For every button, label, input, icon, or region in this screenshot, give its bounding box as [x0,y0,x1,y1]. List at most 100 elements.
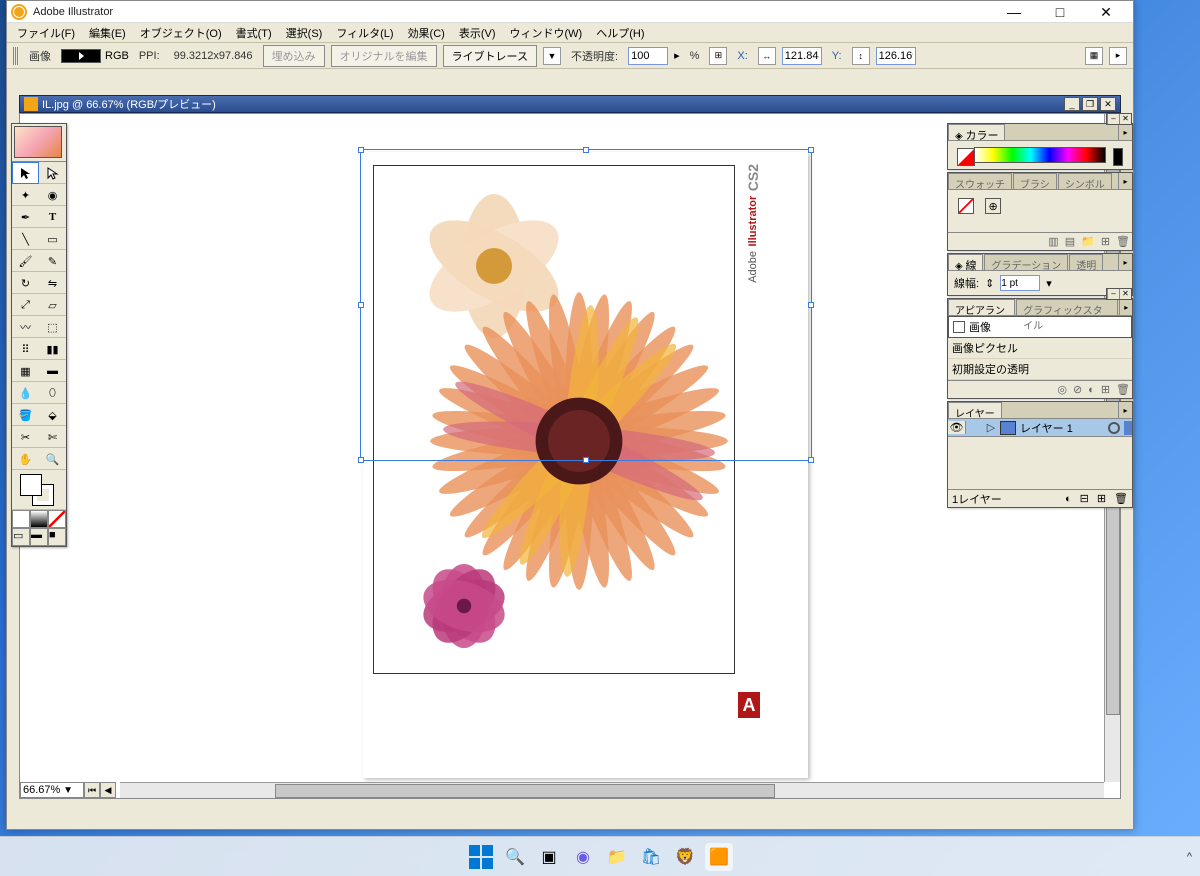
line-tool[interactable]: ╲ [12,228,39,250]
selection-handle-tr[interactable] [808,147,814,153]
warp-tool[interactable]: 〰 [12,316,39,338]
edit-original-button[interactable]: オリジナルを編集 [331,45,437,67]
selection-handle-r[interactable] [808,302,814,308]
y-input[interactable] [876,47,916,65]
panel-menu-icon[interactable]: ▸ [1118,124,1132,140]
nav-prev-icon[interactable]: ◀ [100,782,116,798]
taskbar-taskview-icon[interactable]: ▣ [535,843,563,871]
tab-layers[interactable]: レイヤー [948,402,1002,418]
tab-transparency[interactable]: 透明 [1069,254,1103,270]
selection-handle-t[interactable] [583,147,589,153]
doc-restore-button[interactable]: ❐ [1082,97,1098,111]
direct-selection-tool[interactable] [39,162,66,184]
layer-name[interactable]: レイヤー 1 [1018,420,1104,436]
embed-button[interactable]: 埋め込み [263,45,325,67]
menu-select[interactable]: 選択(S) [280,23,329,43]
panel-close-icon[interactable]: ✕ [1119,114,1131,124]
menu-file[interactable]: ファイル(F) [11,23,81,43]
panel-collapse-icon[interactable]: – [1107,289,1119,299]
reduce-icon[interactable]: ◐ [1088,384,1095,396]
layers-panel[interactable]: レイヤー ▸ 👁 ▷ レイヤー 1 1レイヤー ◐ ⊟ ⊞ [947,401,1133,508]
tab-symbols[interactable]: シンボル [1058,173,1112,189]
minimize-button[interactable]: — [991,1,1037,23]
layer-visibility-icon[interactable]: 👁 [948,421,966,434]
tab-swatches[interactable]: スウォッチ [948,173,1012,189]
live-paint-select-tool[interactable]: ⬙ [39,404,66,426]
gradient-tool[interactable]: ▬ [39,360,66,382]
menu-window[interactable]: ウィンドウ(W) [504,23,589,43]
menu-type[interactable]: 書式(T) [230,23,278,43]
maximize-button[interactable]: □ [1037,1,1083,23]
live-trace-dropdown-icon[interactable]: ▼ [543,47,561,65]
appearance-panel[interactable]: –✕ アピアランス グラフィックスタイル ▸ 画像 画像ピクセル 初期設定の透明… [947,298,1133,399]
swatch-kind-icon[interactable]: ▥ [1048,235,1058,248]
magic-wand-tool[interactable]: ✦ [12,184,39,206]
stroke-width-input[interactable] [1000,275,1040,291]
color-mode-gradient-icon[interactable] [30,510,48,528]
taskbar-illustrator-icon[interactable]: 🟧 [705,843,733,871]
tab-brushes[interactable]: ブラシ [1013,173,1057,189]
live-paint-tool[interactable]: 🪣 [12,404,39,426]
layer-selection-indicator[interactable] [1124,421,1132,435]
blend-tool[interactable]: ⬯ [39,382,66,404]
document-titlebar[interactable]: IL.jpg @ 66.67% (RGB/プレビュー) _ ❐ ✕ [19,95,1121,113]
y-anchor-icon[interactable]: ↕ [852,47,870,65]
symbol-sprayer-tool[interactable]: ⠿ [12,338,39,360]
duplicate-icon[interactable]: ⊞ [1101,383,1110,396]
rectangle-tool[interactable]: ▭ [39,228,66,250]
taskbar-search-icon[interactable]: 🔍 [501,843,529,871]
screen-mode-full-menubar-icon[interactable]: ▬ [30,528,48,546]
lasso-tool[interactable]: ◉ [39,184,66,206]
graph-tool[interactable]: ▮▮ [39,338,66,360]
swatch-none[interactable] [958,198,974,214]
menu-effect[interactable]: 効果(C) [402,23,451,43]
swatch-registration[interactable] [985,198,1001,214]
menu-object[interactable]: オブジェクト(O) [134,23,228,43]
fill-stroke-control[interactable] [12,470,66,510]
appearance-row[interactable]: 初期設定の透明 [948,359,1132,380]
selection-handle-b[interactable] [583,457,589,463]
close-button[interactable]: ✕ [1083,1,1129,23]
menu-help[interactable]: ヘルプ(H) [590,23,650,43]
taskbar-explorer-icon[interactable]: 📁 [603,843,631,871]
menu-edit[interactable]: 編集(E) [83,23,132,43]
stroke-dropdown-icon[interactable]: ▾ [1046,277,1052,290]
reflect-tool[interactable]: ⇋ [39,272,66,294]
zoom-tool[interactable]: 🔍 [39,448,66,470]
hand-tool[interactable]: ✋ [12,448,39,470]
zoom-combo[interactable]: 66.67% ▼ [20,782,84,798]
panel-menu-icon[interactable]: ▸ [1118,402,1132,418]
color-spectrum[interactable] [974,147,1106,163]
new-art-icon[interactable]: ◎ [1057,383,1067,396]
opacity-dropdown-icon[interactable]: ▸ [674,49,680,62]
screen-mode-full-icon[interactable]: ■ [48,528,66,546]
menu-filter[interactable]: フィルタ(L) [330,23,399,43]
selection-handle-bl[interactable] [358,457,364,463]
taskbar-store-icon[interactable]: 🛍 [637,843,665,871]
new-layer-icon[interactable]: ⊞ [1097,492,1106,505]
make-clipping-icon[interactable]: ◐ [1065,493,1072,505]
horizontal-scrollbar[interactable] [120,782,1104,798]
taskbar-browser-icon[interactable]: 🦁 [671,843,699,871]
color-mode-solid-icon[interactable] [12,510,30,528]
mesh-tool[interactable]: ▦ [12,360,39,382]
panel-close-icon[interactable]: ✕ [1119,289,1131,299]
eyedropper-tool[interactable]: 💧 [12,382,39,404]
delete-icon[interactable]: 🗑 [1116,383,1130,396]
screen-mode-standard-icon[interactable]: ▭ [12,528,30,546]
layer-expand-icon[interactable]: ▷ [984,421,998,434]
tab-appearance[interactable]: アピアランス [948,299,1015,315]
paintbrush-tool[interactable]: 🖌 [12,250,39,272]
pen-tool[interactable]: ✒ [12,206,39,228]
panel-collapse-icon[interactable]: – [1107,114,1119,124]
new-sublayer-icon[interactable]: ⊟ [1080,492,1089,505]
selection-handle-l[interactable] [358,302,364,308]
delete-swatch-icon[interactable]: 🗑 [1116,235,1130,248]
start-button[interactable] [467,843,495,871]
delete-layer-icon[interactable]: 🗑 [1114,492,1128,505]
stroke-stepper-icon[interactable]: ⇕ [985,277,994,290]
new-group-icon[interactable]: 📁 [1081,235,1095,248]
swatches-panel[interactable]: スウォッチ ブラシ シンボル ▸ ▥ ▤ 📁 ⊞ 🗑 [947,172,1133,251]
type-tool[interactable]: T [39,206,66,228]
x-anchor-icon[interactable]: ↔ [758,47,776,65]
